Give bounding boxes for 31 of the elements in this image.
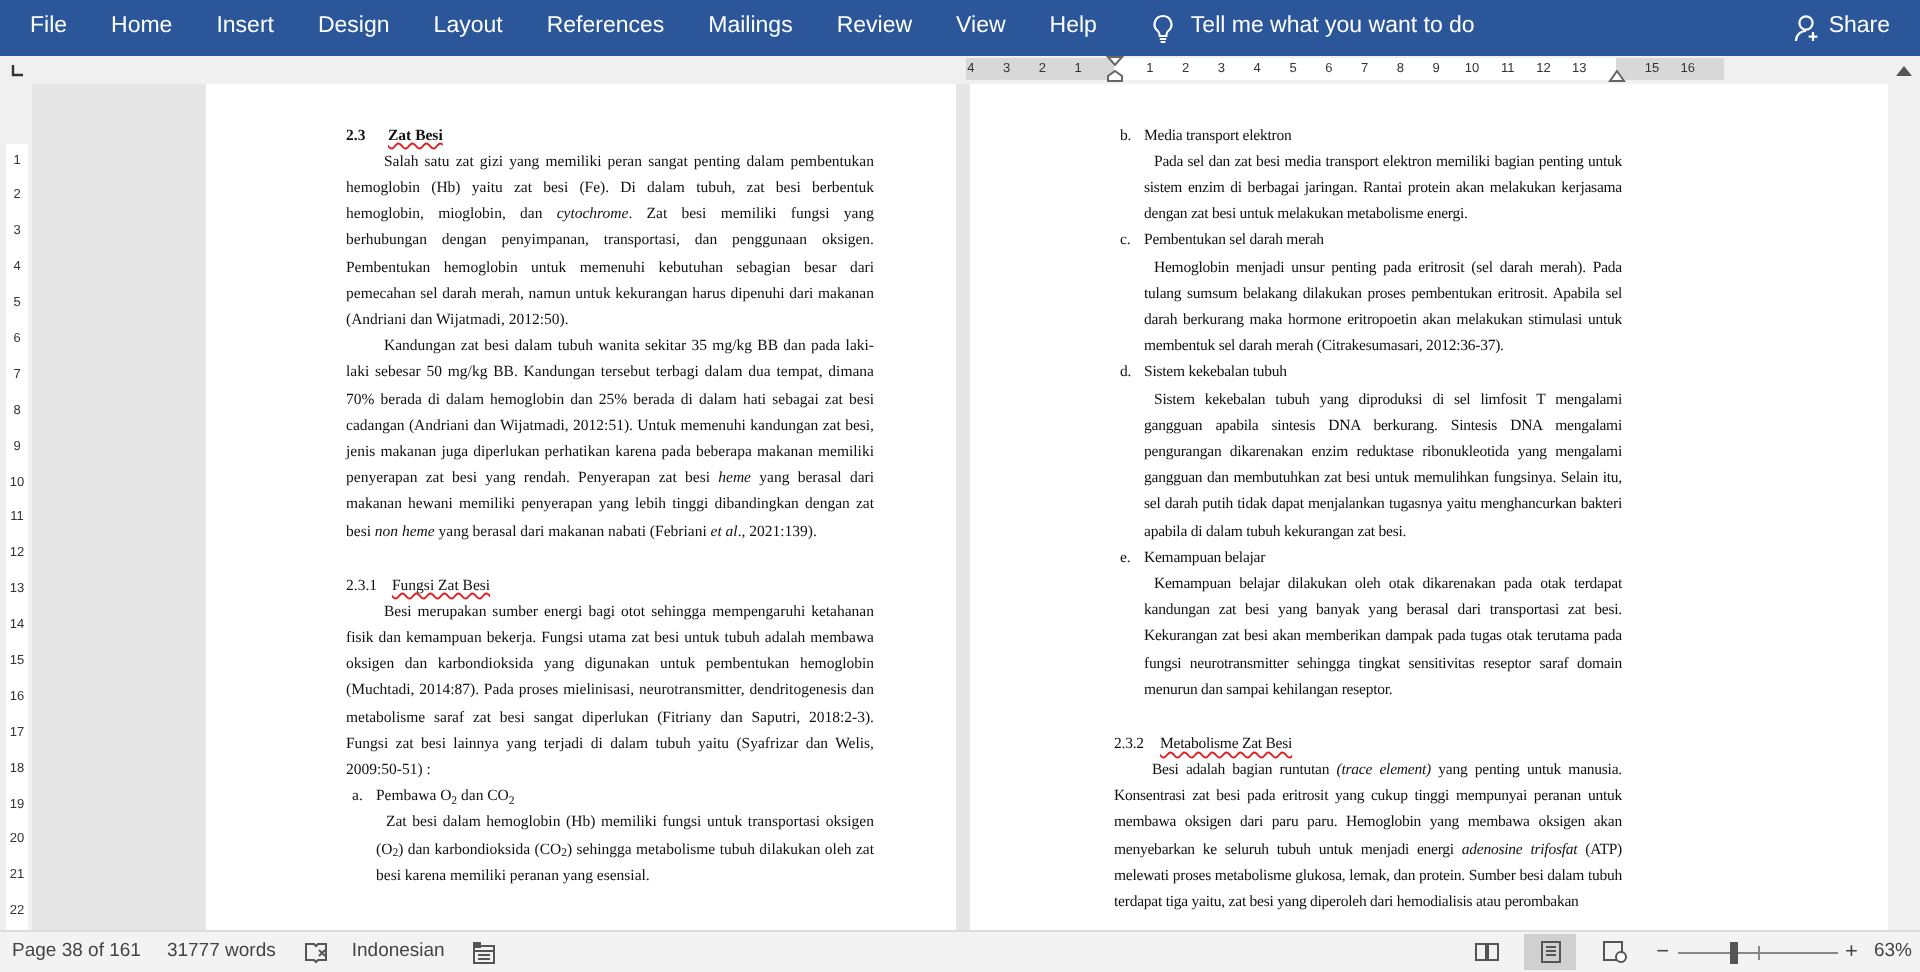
menu-tab[interactable]: Insert: [194, 0, 296, 56]
indent-marker-icon[interactable]: [1105, 56, 1123, 82]
tell-me-search[interactable]: Tell me what you want to do: [1130, 0, 1497, 56]
menu-tab[interactable]: File: [8, 0, 90, 56]
menu-tab[interactable]: Layout: [411, 0, 525, 56]
zoom-slider-thumb[interactable]: [1730, 941, 1739, 963]
view-mode-button[interactable]: [1524, 934, 1577, 970]
lightbulb-icon: [1152, 13, 1175, 43]
menu-tab[interactable]: Help: [1027, 0, 1119, 56]
menu-tab[interactable]: Design: [295, 0, 412, 56]
page-count: Page 38 of 161: [12, 937, 141, 966]
menu-tab[interactable]: Review: [814, 0, 935, 56]
person-icon: [1794, 14, 1821, 42]
zoom-out-button[interactable]: −: [1656, 941, 1670, 963]
print-layout-icon: [1537, 940, 1564, 964]
language-label[interactable]: Indonesian: [351, 937, 445, 967]
menu-tab[interactable]: References: [524, 0, 687, 56]
scroll-up-icon[interactable]: [1896, 65, 1912, 75]
vertical-scrollbar[interactable]: [1888, 84, 1920, 930]
menu-tab[interactable]: View: [934, 0, 1028, 56]
menu-tab[interactable]: Home: [89, 0, 195, 56]
read-mode-icon: [1473, 940, 1500, 964]
web-layout-icon: [1601, 940, 1628, 964]
macro-record-icon[interactable]: [472, 941, 497, 963]
zoom-level[interactable]: 63%: [1873, 937, 1912, 967]
proofing-icon[interactable]: [303, 941, 328, 963]
menu-tab[interactable]: Mailings: [686, 0, 815, 56]
share-button[interactable]: Share: [1772, 0, 1912, 56]
tab-selector-icon[interactable]: [9, 63, 23, 77]
zoom-in-button[interactable]: +: [1845, 941, 1858, 963]
word-count[interactable]: 31777 words: [166, 937, 276, 967]
